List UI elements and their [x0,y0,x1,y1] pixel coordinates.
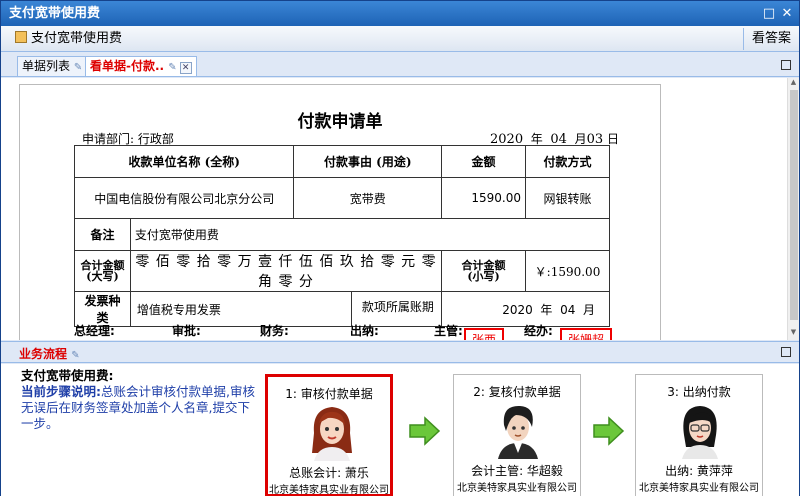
tab-document-list-label: 单据列表 [22,59,71,73]
close-icon[interactable]: ✕ [779,1,795,26]
app-label: 支付宽带使用费 [15,26,122,52]
app-label-text: 支付宽带使用费 [31,31,123,46]
flow-step-title: 3: 出纳付款 [667,385,731,399]
vertical-scrollbar[interactable]: ▲ ▼ [787,78,799,340]
remark-value: 支付宽带使用费 [129,218,611,251]
refresh-icon: ✎ [168,62,177,73]
payment-table: 收款单位名称 (全称) 付款事由 (用途) 金额 付款方式 中国电信股份有限公司… [73,145,611,327]
reason-value: 宽带费 [293,177,443,219]
scroll-up-icon[interactable]: ▲ [788,78,799,90]
flow-step-1[interactable]: 1: 审核付款单据 总账会计: 萧乐 北京美特家具实业有限公司 [265,374,393,496]
payee-value: 中国电信股份有限公司北京分公司 [73,177,295,219]
document-viewer: 付款申请单 申请部门: 行政部 2020 年 04 月03 日 收款单位名称 (… [1,78,799,340]
flow-description: 支付宽带使用费: 当前步骤说明:总账会计审核付款单据,审核无误后在财务签章处加盖… [21,368,255,432]
next-arrow-icon [409,416,441,446]
period-year: 2020 [502,302,533,317]
sig-gm: 总经理: [74,324,115,338]
flow-step-role: 会计主管: 华超毅 [471,464,563,478]
sig-supervisor: 主管: [434,324,463,338]
period-month: 04 [560,302,576,317]
flow-step-label: 当前步骤说明: [21,384,101,399]
tab-view-document[interactable]: 看单据-付款.. ✎ ✕ [85,56,197,76]
total-cn-label-sub: (大写) [86,270,119,283]
business-flow: 支付宽带使用费: 当前步骤说明:总账会计审核付款单据,审核无误后在财务签章处加盖… [1,364,799,496]
scroll-down-icon[interactable]: ▼ [788,328,799,340]
total-num-value: ￥:1590.00 [525,250,610,292]
period-label: 款项所属账期 [350,292,434,326]
header-method: 付款方式 [525,145,610,178]
total-cn-label: 合计金额 (大写) [74,250,131,292]
supervisor-avatar-icon [498,405,538,459]
remark-label: 备注 [74,218,131,251]
amount-value: 1590.00 [441,177,526,219]
flow-step-role: 总账会计: 萧乐 [289,466,369,480]
tab-view-document-label: 看单据-付款.. [90,59,165,73]
flow-step-3[interactable]: 3: 出纳付款 出纳: 黄萍萍 北京美特家具实业有限公司 [635,374,763,496]
next-arrow-icon [593,416,625,446]
refresh-icon: ✎ [71,350,80,361]
scrollbar-thumb[interactable] [790,90,798,320]
header-payee: 收款单位名称 (全称) [73,145,295,178]
header-amount: 金额 [441,145,526,178]
flow-step-role: 出纳: 黄萍萍 [665,464,733,478]
tab-close-icon[interactable]: ✕ [179,62,192,74]
maximize-icon[interactable] [781,60,791,70]
sig-approve: 审批: [172,324,201,338]
payment-request-form: 付款申请单 申请部门: 行政部 2020 年 04 月03 日 收款单位名称 (… [19,84,661,340]
method-value: 网银转账 [525,177,610,219]
refresh-icon: ✎ [73,62,83,73]
sig-cashier: 出纳: [350,324,379,338]
period-month-unit: 月 [582,302,595,317]
supervisor-stamp: 张西 [464,328,505,340]
total-cn-value: 零 佰 零 拾 零 万 壹 仟 伍 佰 玖 拾 零 元 零 角 零 分 [129,250,443,292]
show-answer-button[interactable]: 看答案 [742,28,799,50]
form-title: 付款申请单 [297,112,383,132]
tab-bar: 单据列表 ✎ 看单据-付款.. ✎ ✕ [1,53,799,77]
period-year-unit: 年 [540,302,553,317]
header-reason: 付款事由 (用途) [293,145,443,178]
flow-step-title: 2: 复核付款单据 [473,385,561,399]
invoice-value: 增值税专用发票 [136,302,221,317]
sig-handler: 经办: [524,324,553,338]
flow-heading: 支付宽带使用费: [21,368,114,383]
flow-panel-title-text: 业务流程 [19,347,68,361]
sig-finance: 财务: [260,324,289,338]
date-day-unit: 日 [606,132,619,146]
flow-step-company: 北京美特家具实业有限公司 [639,483,759,494]
cashier-avatar-icon [682,406,718,459]
toolbar: 支付宽带使用费 看答案 [1,26,799,52]
date-month-unit: 月 [574,132,587,146]
date-year-unit: 年 [530,132,543,146]
app-window: 支付宽带使用费 □ ✕ 支付宽带使用费 看答案 单据列表 ✎ 看单据-付款.. … [0,0,800,496]
handler-stamp: 张姗超 [560,328,613,340]
flow-step-company: 北京美特家具实业有限公司 [269,485,389,496]
flow-step-2[interactable]: 2: 复核付款单据 会计主管: 华超毅 北京美特家具实业有限公司 [453,374,581,496]
window-titlebar: 支付宽带使用费 □ ✕ [1,1,799,26]
flow-step-title: 1: 审核付款单据 [285,387,373,401]
tab-document-list[interactable]: 单据列表 ✎ [17,56,88,76]
app-icon [15,31,27,43]
flow-step-company: 北京美特家具实业有限公司 [457,483,577,494]
total-num-label-sub: (小写) [467,270,500,283]
total-num-label: 合计金额 (小写) [441,250,526,292]
window-title: 支付宽带使用费 [9,6,101,21]
restore-icon[interactable]: □ [761,1,777,26]
accountant-avatar-icon [312,407,352,461]
maximize-icon[interactable] [781,347,791,357]
flow-panel-title: 业务流程 ✎ [19,345,80,362]
flow-panel-header: 业务流程 ✎ [1,341,799,363]
